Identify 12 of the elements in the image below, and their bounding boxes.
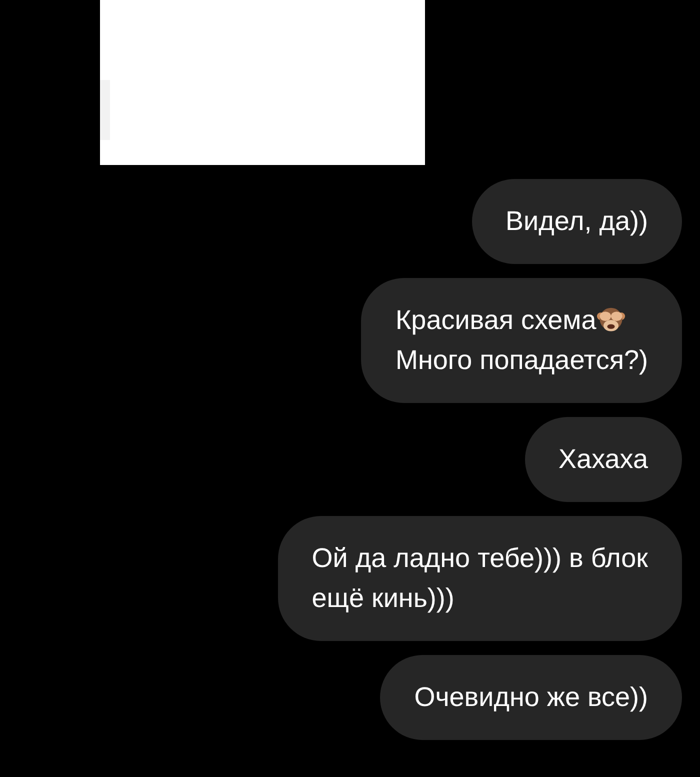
message-text: ещё кинь))) xyxy=(312,582,454,615)
message-text: Хахаха xyxy=(558,443,648,476)
message-bubble[interactable]: Ой да ладно тебе))) в блок ещё кинь))) xyxy=(278,516,682,641)
message-text: Много попадается?) xyxy=(395,344,648,377)
message-bubble[interactable]: Очевидно же все)) xyxy=(380,655,682,740)
message-bubble[interactable]: Видел, да)) xyxy=(472,179,682,264)
message-bubble[interactable]: Хахаха xyxy=(524,417,682,502)
message-text: Очевидно же все)) xyxy=(414,681,648,714)
message-text: Видел, да)) xyxy=(506,205,648,238)
message-text: Ой да ладно тебе))) в блок xyxy=(312,542,648,575)
message-text: Красивая схема xyxy=(395,304,596,337)
message-bubble[interactable]: Красивая схема Много попадается?) xyxy=(361,278,682,403)
